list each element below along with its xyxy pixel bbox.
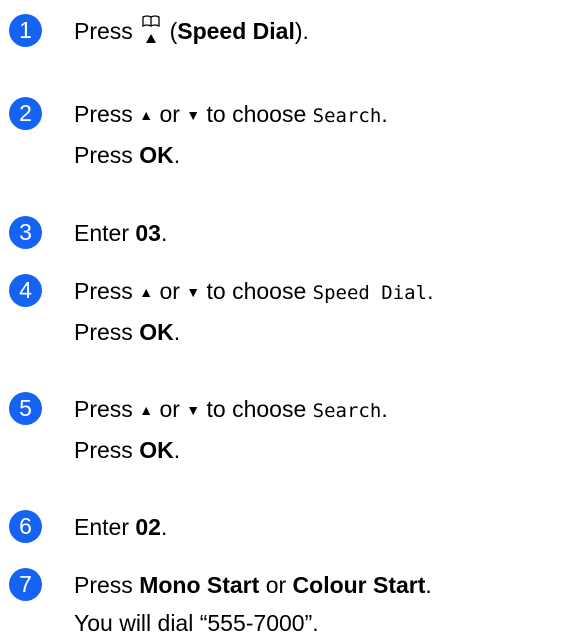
- step-verb: Enter: [74, 220, 129, 246]
- ok-key-label: OK: [139, 319, 174, 345]
- connector-text: or: [159, 101, 180, 127]
- punctuation: .: [173, 319, 181, 345]
- punctuation: .: [160, 514, 168, 540]
- step-verb: Press: [74, 572, 133, 598]
- step-text: Enter 02.: [74, 508, 167, 546]
- step-verb: Press: [74, 437, 133, 463]
- punctuation: .: [173, 437, 181, 463]
- punctuation: .: [425, 572, 432, 598]
- instruction-steps: 1 Press (Speed Dial). 2 Press ▲ or ▼ to …: [0, 0, 587, 636]
- ok-key-label: OK: [139, 437, 174, 463]
- step-number-badge: 2: [9, 97, 42, 130]
- punctuation: .: [381, 396, 388, 422]
- connector-text: or: [265, 572, 287, 598]
- punctuation: .: [427, 278, 434, 304]
- step-verb: Press: [74, 101, 133, 127]
- entry-value: 03: [135, 220, 161, 246]
- punctuation: .: [160, 220, 168, 246]
- punctuation: .: [173, 142, 181, 168]
- mono-start-key-label: Mono Start: [139, 572, 260, 598]
- speed-dial-key-label: Speed Dial: [177, 18, 295, 44]
- step-text: Press (Speed Dial).: [74, 12, 309, 50]
- down-arrow-icon: ▼: [186, 107, 201, 123]
- up-arrow-icon: ▲: [139, 107, 154, 123]
- step-number-badge: 7: [9, 568, 42, 601]
- menu-option: Speed Dial: [312, 282, 428, 304]
- entry-value: 02: [135, 514, 161, 540]
- step-verb: Press: [74, 278, 133, 304]
- instruction-text: to choose: [206, 396, 307, 422]
- dial-result-text: You will dial “555-7000”.: [74, 610, 319, 636]
- speed-dial-book-icon: [142, 15, 160, 43]
- menu-option: Search: [312, 105, 382, 127]
- up-arrow-icon: ▲: [139, 402, 154, 418]
- menu-option: Search: [312, 400, 382, 422]
- step-verb: Enter: [74, 514, 129, 540]
- down-arrow-icon: ▼: [186, 402, 201, 418]
- step-verb: Press: [74, 142, 133, 168]
- step-text: Press ▲ or ▼ to choose Search. Press OK.: [74, 95, 388, 174]
- step-text: Press ▲ or ▼ to choose Search. Press OK.: [74, 390, 388, 469]
- instruction-text: to choose: [206, 101, 307, 127]
- step-text: Press ▲ or ▼ to choose Speed Dial. Press…: [74, 272, 433, 351]
- step-number-badge: 3: [9, 216, 42, 249]
- punctuation: .: [381, 101, 388, 127]
- paren: ).: [294, 18, 309, 44]
- step-text: Press Mono Start or Colour Start. You wi…: [74, 566, 432, 642]
- step-verb: Press: [74, 18, 133, 44]
- step-text: Enter 03.: [74, 214, 167, 252]
- step-verb: Press: [74, 396, 133, 422]
- step-number-badge: 1: [9, 14, 42, 47]
- step-verb: Press: [74, 319, 133, 345]
- step-number-badge: 5: [9, 392, 42, 425]
- colour-start-key-label: Colour Start: [292, 572, 426, 598]
- down-arrow-icon: ▼: [186, 284, 201, 300]
- up-arrow-icon: ▲: [139, 284, 154, 300]
- connector-text: or: [159, 278, 180, 304]
- ok-key-label: OK: [139, 142, 174, 168]
- step-number-badge: 6: [9, 510, 42, 543]
- connector-text: or: [159, 396, 180, 422]
- step-number-badge: 4: [9, 274, 42, 307]
- instruction-text: to choose: [206, 278, 307, 304]
